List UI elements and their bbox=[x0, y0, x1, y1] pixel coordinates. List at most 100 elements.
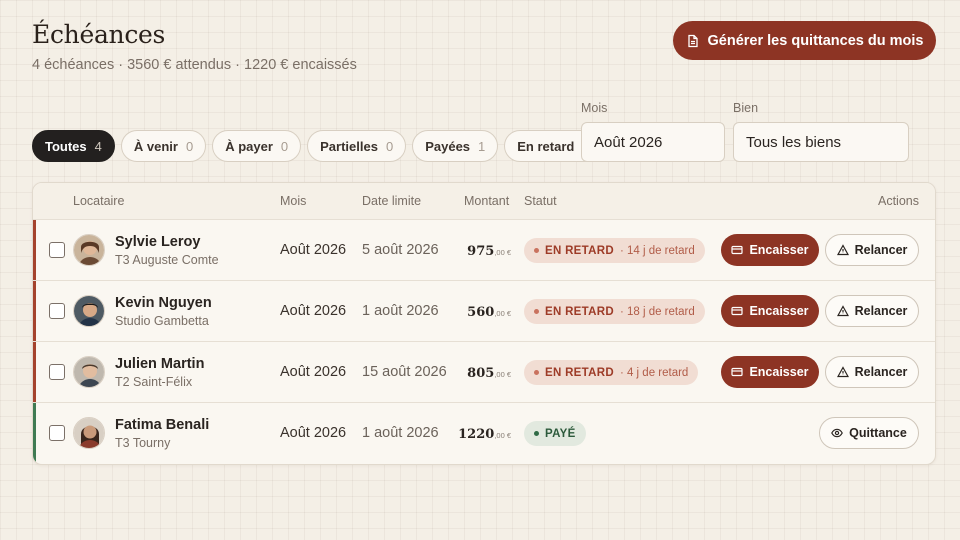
filter-chip-label: Payées bbox=[425, 138, 471, 154]
row-status-accent bbox=[33, 403, 36, 464]
table-header: Locataire Mois Date limite Montant Statu… bbox=[33, 183, 935, 220]
status-badge: PAYÉ bbox=[524, 421, 586, 446]
row-month: Août 2026 bbox=[280, 364, 347, 380]
month-select[interactable]: Août 2026 bbox=[581, 122, 725, 162]
filter-chip-label: En retard bbox=[517, 138, 575, 154]
property-select[interactable]: Tous les biens bbox=[733, 122, 909, 162]
filter-chip-to-pay[interactable]: À payer 0 bbox=[212, 130, 302, 162]
filter-chip-count: 0 bbox=[185, 138, 194, 154]
filter-chip-count: 0 bbox=[280, 138, 289, 154]
status-label: EN RETARD bbox=[545, 244, 614, 257]
column-header-month: Mois bbox=[280, 194, 307, 208]
status-dot bbox=[534, 248, 539, 253]
table-row: Sylvie Leroy T3 Auguste Comte Août 2026 … bbox=[33, 220, 935, 281]
amount-integer: 1220 bbox=[458, 427, 495, 442]
filter-chip-count: 0 bbox=[385, 138, 394, 154]
avatar bbox=[73, 295, 105, 327]
remind-button[interactable]: Relancer bbox=[825, 234, 919, 266]
filter-chip-label: Partielles bbox=[320, 138, 378, 154]
row-month: Août 2026 bbox=[280, 425, 347, 441]
row-checkbox[interactable] bbox=[49, 364, 65, 380]
column-header-actions: Actions bbox=[878, 194, 919, 208]
tenant-name: Fatima Benali bbox=[115, 417, 210, 433]
filter-chip-count: 1 bbox=[478, 138, 486, 154]
warning-icon bbox=[836, 244, 849, 256]
status-badge: EN RETARD · 4 j de retard bbox=[524, 360, 699, 385]
avatar bbox=[73, 356, 105, 388]
collect-button[interactable]: Encaisser bbox=[721, 234, 819, 266]
card-icon bbox=[731, 245, 744, 255]
column-header-tenant: Locataire bbox=[73, 194, 125, 208]
tenant-unit: Studio Gambetta bbox=[115, 314, 209, 328]
collect-button[interactable]: Encaisser bbox=[721, 356, 819, 388]
remind-button[interactable]: Relancer bbox=[825, 356, 919, 388]
generate-receipts-label: Générer les quittances du mois bbox=[707, 32, 924, 49]
warning-icon bbox=[836, 305, 849, 317]
card-icon bbox=[731, 367, 744, 377]
tenant-name: Sylvie Leroy bbox=[115, 234, 201, 250]
amount-cents: ,00 € bbox=[494, 248, 511, 257]
avatar bbox=[73, 417, 105, 449]
row-checkbox[interactable] bbox=[49, 425, 65, 441]
status-dot bbox=[534, 431, 539, 436]
remind-button-label: Relancer bbox=[854, 304, 908, 318]
collect-button-label: Encaisser bbox=[749, 365, 809, 379]
status-label: PAYÉ bbox=[545, 427, 576, 440]
row-due-date: 15 août 2026 bbox=[362, 364, 447, 380]
status-detail: · 4 j de retard bbox=[619, 366, 689, 379]
filter-chip-paid[interactable]: Payées 1 bbox=[412, 130, 499, 162]
amount-cents: ,00 € bbox=[494, 370, 511, 379]
collect-button-label: Encaisser bbox=[749, 304, 809, 318]
generate-receipts-button[interactable]: Générer les quittances du mois bbox=[673, 21, 936, 60]
row-amount: 1220,00 € bbox=[458, 427, 511, 442]
amount-integer: 805 bbox=[467, 366, 495, 381]
row-status-accent bbox=[33, 220, 36, 280]
row-status-accent bbox=[33, 281, 36, 341]
collect-button[interactable]: Encaisser bbox=[721, 295, 819, 327]
remind-button-label: Relancer bbox=[854, 365, 908, 379]
row-amount: 805,00 € bbox=[467, 366, 511, 381]
tenant-name: Kevin Nguyen bbox=[115, 295, 212, 311]
status-dot bbox=[534, 370, 539, 375]
amount-cents: ,00 € bbox=[494, 431, 511, 440]
status-dot bbox=[534, 309, 539, 314]
month-filter-label: Mois bbox=[581, 101, 608, 115]
row-checkbox[interactable] bbox=[49, 303, 65, 319]
tenant-unit: T2 Saint-Félix bbox=[115, 375, 193, 389]
filter-chip-label: À venir bbox=[133, 138, 178, 154]
row-month: Août 2026 bbox=[280, 303, 347, 319]
remind-button[interactable]: Relancer bbox=[825, 295, 919, 327]
filter-chip-label: À payer bbox=[225, 138, 273, 154]
filter-chip-partial[interactable]: Partielles 0 bbox=[307, 130, 407, 162]
status-badge: EN RETARD · 18 j de retard bbox=[524, 299, 705, 324]
tenant-unit: T3 Auguste Comte bbox=[115, 253, 219, 267]
remind-button-label: Relancer bbox=[854, 243, 908, 257]
amount-integer: 560 bbox=[467, 305, 495, 320]
row-amount: 975,00 € bbox=[467, 244, 511, 259]
filter-chip-all[interactable]: Toutes 4 bbox=[32, 130, 115, 162]
warning-icon bbox=[836, 366, 849, 378]
status-label: EN RETARD bbox=[545, 366, 614, 379]
avatar bbox=[73, 234, 105, 266]
eye-icon bbox=[831, 428, 844, 438]
filter-chip-label: Toutes bbox=[45, 138, 87, 154]
tenant-name: Julien Martin bbox=[115, 356, 205, 372]
column-header-amount: Montant bbox=[464, 194, 510, 208]
column-header-due-date: Date limite bbox=[362, 194, 422, 208]
status-filter-chips: Toutes 4 À venir 0 À payer 0 Partielles … bbox=[32, 130, 603, 162]
amount-cents: ,00 € bbox=[494, 309, 511, 318]
table-row: Julien Martin T2 Saint-Félix Août 2026 1… bbox=[33, 342, 935, 403]
due-dates-table: Locataire Mois Date limite Montant Statu… bbox=[32, 182, 936, 465]
row-status-accent bbox=[33, 342, 36, 402]
page-subtitle: 4 échéances · 3560 € attendus · 1220 € e… bbox=[32, 57, 357, 73]
property-filter-label: Bien bbox=[733, 101, 759, 115]
status-label: EN RETARD bbox=[545, 305, 614, 318]
row-checkbox[interactable] bbox=[49, 242, 65, 258]
table-row: Fatima Benali T3 Tourny Août 2026 1 août… bbox=[33, 403, 935, 464]
filter-chip-upcoming[interactable]: À venir 0 bbox=[120, 130, 207, 162]
table-row: Kevin Nguyen Studio Gambetta Août 2026 1… bbox=[33, 281, 935, 342]
card-icon bbox=[731, 306, 744, 316]
receipt-button[interactable]: Quittance bbox=[819, 417, 919, 449]
receipt-button-label: Quittance bbox=[849, 426, 907, 440]
column-header-status: Statut bbox=[524, 194, 557, 208]
